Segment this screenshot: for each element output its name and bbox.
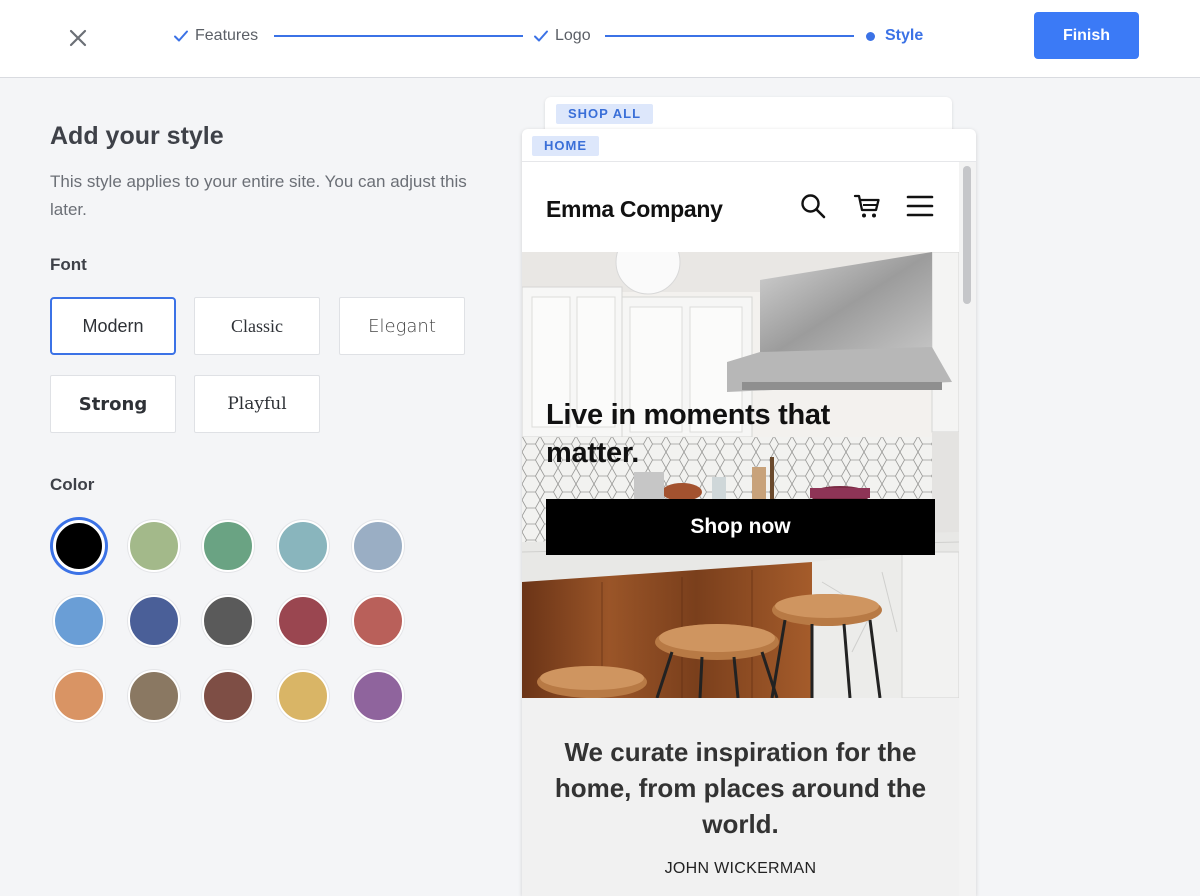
font-option-elegant[interactable]: Elegant — [339, 297, 465, 355]
dot-icon — [866, 31, 875, 41]
hero-section: Live in moments that matter. Shop now — [522, 252, 959, 698]
color-swatch[interactable] — [202, 595, 254, 647]
color-swatch[interactable] — [352, 520, 404, 572]
step-features[interactable]: Features — [173, 25, 258, 47]
close-button[interactable] — [64, 24, 92, 52]
hero-image — [522, 252, 959, 698]
preview-site-header: Emma Company — [522, 162, 959, 252]
top-bar: Features Logo Style Finish — [0, 0, 1200, 78]
font-option-classic[interactable]: Classic — [194, 297, 320, 355]
color-swatch[interactable] — [128, 520, 180, 572]
color-swatch[interactable] — [128, 595, 180, 647]
color-section-label: Color — [50, 475, 95, 494]
quote-section: We curate inspiration for the home, from… — [522, 698, 959, 896]
shop-now-button[interactable]: Shop now — [546, 499, 935, 555]
page-tag-shop-all[interactable]: SHOP ALL — [556, 104, 654, 124]
color-swatch[interactable] — [352, 595, 404, 647]
color-swatch[interactable] — [352, 670, 404, 722]
check-icon — [534, 30, 548, 42]
search-icon[interactable] — [799, 192, 827, 220]
color-swatch[interactable] — [277, 520, 329, 572]
color-swatch[interactable] — [53, 520, 105, 572]
step-logo[interactable]: Logo — [533, 25, 591, 47]
page-title: Add your style — [50, 122, 224, 150]
preview-scrollbar[interactable] — [959, 162, 976, 896]
step-label: Style — [885, 27, 924, 44]
color-swatch[interactable] — [202, 520, 254, 572]
color-swatch[interactable] — [277, 670, 329, 722]
page-description: This style applies to your entire site. … — [50, 172, 467, 219]
step-style[interactable]: Style — [866, 25, 923, 47]
font-option-strong[interactable]: Strong — [50, 375, 176, 433]
step-label: Logo — [555, 27, 591, 44]
site-preview: HOME Emma Company Live in moments that m… — [522, 129, 976, 896]
menu-icon[interactable] — [906, 192, 934, 220]
font-section-label: Font — [50, 255, 87, 274]
font-option-playful[interactable]: Playful — [194, 375, 320, 433]
preview-brand: Emma Company — [546, 196, 723, 222]
step-label: Features — [195, 27, 259, 44]
quote-author: JOHN WICKERMAN — [664, 860, 817, 877]
step-connector — [605, 35, 854, 37]
color-swatch[interactable] — [202, 670, 254, 722]
finish-button[interactable]: Finish — [1034, 12, 1139, 59]
color-swatch[interactable] — [277, 595, 329, 647]
step-connector — [274, 35, 523, 37]
cart-icon[interactable] — [853, 192, 881, 220]
hero-title: Live in moments that matter. — [546, 399, 831, 469]
page-tag-home[interactable]: HOME — [532, 136, 599, 156]
color-swatch[interactable] — [53, 595, 105, 647]
close-icon — [69, 29, 87, 47]
font-option-modern[interactable]: Modern — [50, 297, 176, 355]
scrollbar-thumb[interactable] — [963, 166, 971, 304]
color-swatch[interactable] — [128, 670, 180, 722]
quote-text: We curate inspiration for the home, from… — [554, 737, 927, 839]
color-swatch[interactable] — [53, 670, 105, 722]
check-icon — [174, 30, 188, 42]
